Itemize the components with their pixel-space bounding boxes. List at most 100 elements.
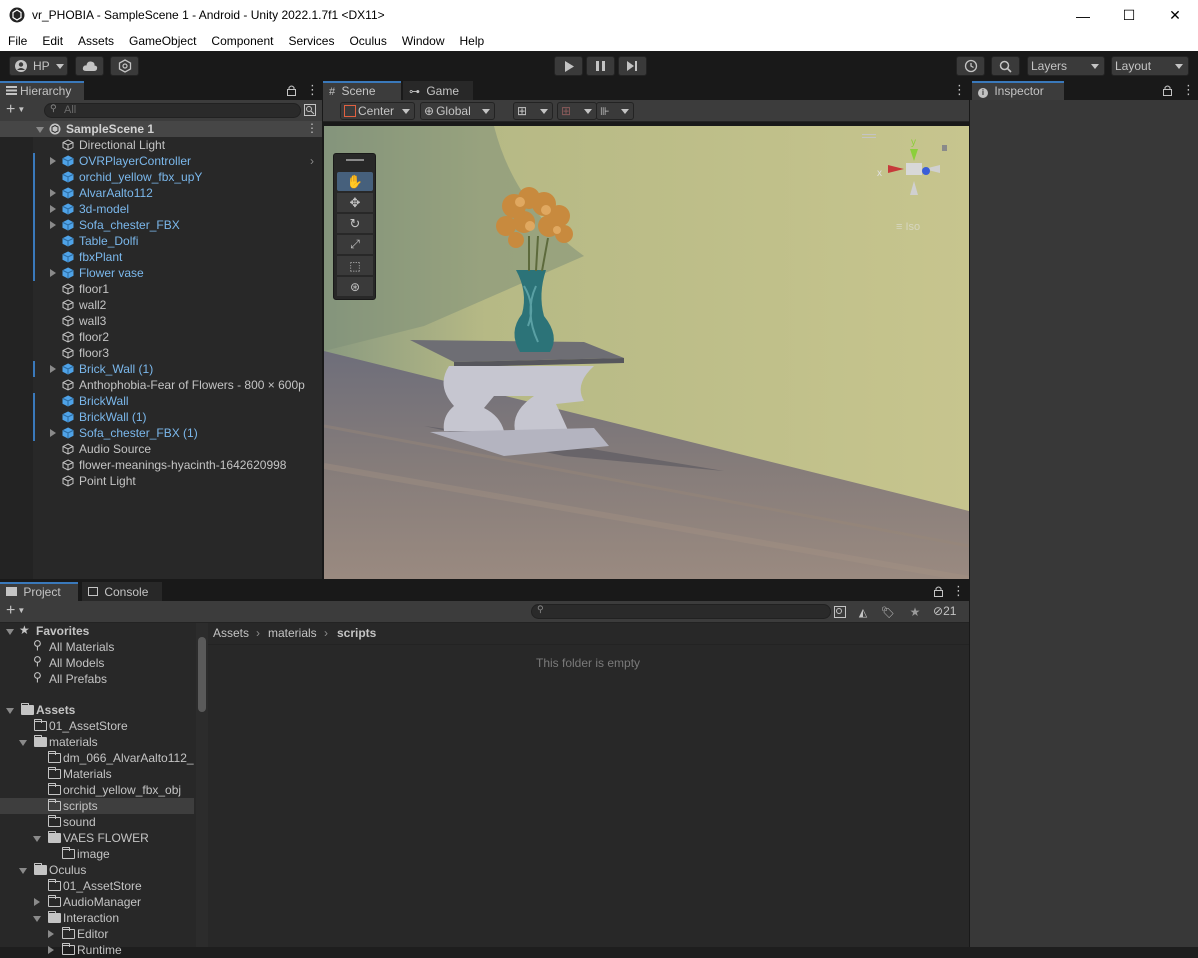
chevron-down-icon[interactable]	[19, 868, 27, 874]
chevron-right-icon[interactable]	[50, 429, 56, 437]
hierarchy-item[interactable]: Sofa_chester_FBX (1)	[0, 425, 322, 441]
folder-tree-item[interactable]: orchid_yellow_fbx_obj	[0, 782, 194, 798]
folder-tree-item[interactable]: VAES FLOWER	[0, 830, 194, 846]
hierarchy-item[interactable]: Point Light	[0, 473, 322, 489]
hierarchy-item[interactable]: floor1	[0, 281, 322, 297]
folder-tree-item[interactable]: dm_066_AlvarAalto112_	[0, 750, 194, 766]
chevron-down-icon[interactable]	[19, 740, 27, 746]
folder-tree-item[interactable]: Materials	[0, 766, 194, 782]
lock-icon[interactable]	[287, 85, 296, 96]
filter-by-type-button[interactable]: ◭	[853, 603, 873, 621]
orientation-gizmo[interactable]: y x ≡ Iso	[854, 131, 954, 233]
chevron-right-icon[interactable]	[50, 221, 56, 229]
more-options-icon[interactable]: ⋮	[952, 583, 965, 599]
chevron-down-icon[interactable]	[33, 836, 41, 842]
tab-inspector[interactable]: i Inspector	[972, 81, 1064, 100]
hierarchy-item[interactable]: flower-meanings-hyacinth-1642620998	[0, 457, 322, 473]
create-button[interactable]: + ▼	[6, 602, 25, 620]
folder-tree-item[interactable]: materials	[0, 734, 194, 750]
folder-tree-item[interactable]: Oculus	[0, 862, 194, 878]
tab-scene[interactable]: # Scene	[323, 81, 401, 100]
chevron-right-icon[interactable]	[50, 205, 56, 213]
chevron-right-icon[interactable]	[50, 269, 56, 277]
step-button[interactable]	[618, 56, 647, 76]
space-mode-dropdown[interactable]: ⊕ Global	[420, 102, 495, 120]
undo-history-button[interactable]	[956, 56, 985, 76]
chevron-right-icon[interactable]	[34, 898, 40, 906]
menu-services[interactable]: Services	[280, 31, 341, 51]
hierarchy-item[interactable]: wall2	[0, 297, 322, 313]
panel-divider[interactable]	[322, 81, 323, 579]
menu-file[interactable]: File	[0, 31, 34, 51]
folder-tree-item[interactable]: Interaction	[0, 910, 194, 926]
menu-assets[interactable]: Assets	[70, 31, 121, 51]
snap-dropdown[interactable]: ⊞	[513, 102, 553, 120]
hierarchy-search-field[interactable]: ⚲ All	[44, 103, 301, 118]
hierarchy-item[interactable]: OVRPlayerController ›	[0, 153, 322, 169]
increment-snap-dropdown[interactable]: ⊪	[596, 102, 634, 120]
move-tool-button[interactable]: ✥	[337, 193, 373, 212]
hierarchy-item[interactable]: floor3	[0, 345, 322, 361]
asset-content-area[interactable]: This folder is empty	[208, 645, 969, 947]
pause-button[interactable]	[586, 56, 615, 76]
hierarchy-item[interactable]: Sofa_chester_FBX	[0, 217, 322, 233]
chevron-right-icon[interactable]	[50, 189, 56, 197]
hierarchy-item[interactable]: Table_Dolfi	[0, 233, 322, 249]
menu-oculus[interactable]: Oculus	[341, 31, 393, 51]
folder-tree-item[interactable]: Editor	[0, 926, 194, 942]
folder-tree-item[interactable]: image	[0, 846, 194, 862]
folder-tree-item[interactable]: sound	[0, 814, 194, 830]
more-options-icon[interactable]: ⋮	[306, 82, 319, 98]
scene-viewport[interactable]: ✋ ✥ ↻ ⤢ ⬚ ⊛ y x ≡ Iso	[324, 126, 969, 579]
tree-scrollbar[interactable]	[196, 623, 208, 947]
breadcrumb-scripts[interactable]: scripts	[337, 626, 376, 640]
more-options-icon[interactable]: ⋮	[953, 82, 966, 98]
cloud-button[interactable]	[75, 56, 104, 76]
chevron-right-icon[interactable]	[50, 365, 56, 373]
tab-console[interactable]: Console	[82, 582, 162, 601]
folder-tree-item[interactable]: 01_AssetStore	[0, 718, 194, 734]
menu-edit[interactable]: Edit	[34, 31, 70, 51]
lock-icon[interactable]	[934, 586, 943, 597]
panel-divider[interactable]	[969, 81, 970, 947]
folder-tree-item[interactable]: Runtime	[0, 942, 194, 958]
drag-handle-icon[interactable]	[346, 159, 364, 161]
hierarchy-item[interactable]: Flower vase	[0, 265, 322, 281]
filter-by-label-button[interactable]: 🏷	[878, 603, 898, 621]
hand-tool-button[interactable]: ✋	[337, 172, 373, 191]
hierarchy-item[interactable]: Brick_Wall (1)	[0, 361, 322, 377]
hierarchy-item[interactable]: floor2	[0, 329, 322, 345]
play-button[interactable]	[554, 56, 583, 76]
panel-divider[interactable]	[0, 579, 969, 582]
chevron-down-icon[interactable]	[36, 127, 44, 133]
chevron-down-icon[interactable]	[6, 629, 14, 635]
account-dropdown[interactable]: HP	[9, 56, 68, 76]
hierarchy-item[interactable]: BrickWall (1)	[0, 409, 322, 425]
more-options-icon[interactable]: ⋮	[306, 121, 318, 135]
add-button[interactable]: + ▼	[6, 101, 25, 119]
hierarchy-item[interactable]: Directional Light	[0, 137, 322, 153]
breadcrumb-assets[interactable]: Assets	[213, 626, 249, 640]
hierarchy-item[interactable]: wall3	[0, 313, 322, 329]
hidden-packages-toggle[interactable]: ⊘21	[933, 604, 956, 618]
chevron-down-icon[interactable]	[6, 708, 14, 714]
breadcrumb-materials[interactable]: materials	[268, 626, 317, 640]
hierarchy-item[interactable]: 3d-model	[0, 201, 322, 217]
projection-label[interactable]: ≡ Iso	[896, 221, 920, 233]
chevron-down-icon[interactable]	[33, 916, 41, 922]
hierarchy-item[interactable]: fbxPlant	[0, 249, 322, 265]
lock-icon[interactable]	[1163, 85, 1172, 96]
search-by-type-icon[interactable]	[834, 606, 846, 618]
menu-help[interactable]: Help	[452, 31, 492, 51]
hierarchy-item[interactable]: orchid_yellow_fbx_upY	[0, 169, 322, 185]
scale-tool-button[interactable]: ⤢	[337, 235, 373, 254]
tree-scrollbar-thumb[interactable]	[198, 637, 206, 712]
hierarchy-item[interactable]: AlvarAalto112	[0, 185, 322, 201]
folder-tree-item[interactable]: AudioManager	[0, 894, 194, 910]
menu-window[interactable]: Window	[394, 31, 452, 51]
chevron-right-icon[interactable]: ›	[310, 154, 314, 168]
search-options-icon[interactable]	[304, 104, 316, 116]
chevron-right-icon[interactable]	[50, 157, 56, 165]
pivot-mode-dropdown[interactable]: Center	[340, 102, 415, 120]
folder-tree-item[interactable]: scripts	[0, 798, 194, 814]
